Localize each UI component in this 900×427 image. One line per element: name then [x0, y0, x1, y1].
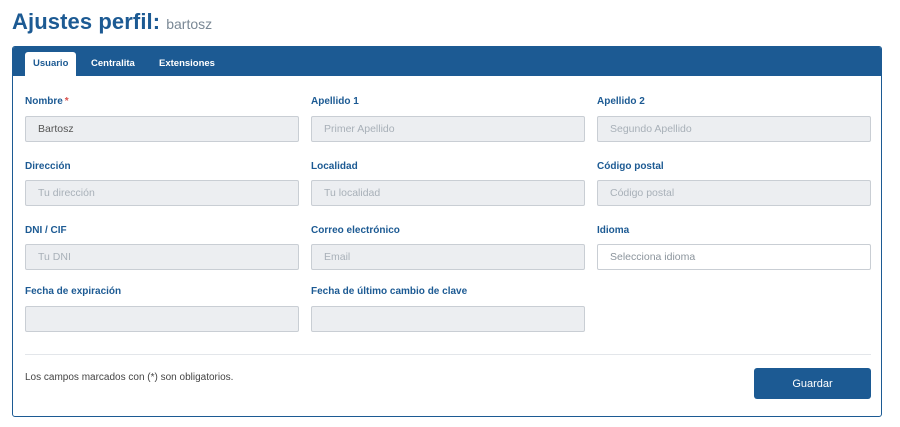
nombre-label-text: Nombre	[25, 96, 63, 107]
apellido1-label: Apellido 1	[311, 96, 359, 107]
required-footnote: Los campos marcados con (*) son obligato…	[25, 372, 234, 383]
fecha-cambio-clave-label: Fecha de último cambio de clave	[311, 286, 468, 297]
page-header: Ajustes perfil: bartosz	[12, 9, 212, 39]
apellido2-label: Apellido 2	[597, 96, 645, 107]
direccion-input[interactable]	[25, 180, 299, 206]
divider	[25, 354, 871, 355]
nombre-input[interactable]	[25, 116, 299, 142]
fecha-cambio-clave-input[interactable]	[311, 306, 585, 332]
nombre-label: Nombre *	[25, 96, 69, 107]
required-mark: *	[64, 96, 69, 107]
apellido2-input[interactable]	[597, 116, 871, 142]
tab-usuario[interactable]: Usuario	[25, 52, 77, 76]
tab-extensiones[interactable]: Extensiones	[151, 52, 223, 76]
profile-panel: Usuario Centralita Extensiones Nombre* A…	[12, 46, 882, 417]
dni-input[interactable]	[25, 244, 299, 270]
codigo-postal-input[interactable]	[597, 180, 871, 206]
idioma-select[interactable]	[597, 244, 871, 270]
localidad-input[interactable]	[311, 180, 585, 206]
fecha-expiracion-label: Fecha de expiración	[25, 286, 122, 297]
direccion-label: Dirección	[25, 161, 71, 172]
tab-bar: Usuario Centralita Extensiones	[13, 47, 881, 76]
codigo-postal-label: Código postal	[597, 161, 664, 172]
dni-label: DNI / CIF	[25, 225, 67, 236]
correo-input[interactable]	[311, 244, 585, 270]
correo-label: Correo electrónico	[311, 225, 400, 236]
fecha-expiracion-input[interactable]	[25, 306, 299, 332]
save-button[interactable]: Guardar	[754, 368, 871, 399]
localidad-label: Localidad	[311, 161, 358, 172]
page-title: Ajustes perfil:	[12, 9, 161, 34]
idioma-label: Idioma	[597, 225, 630, 236]
tab-centralita[interactable]: Centralita	[83, 52, 143, 76]
page-username: bartosz	[166, 16, 213, 32]
apellido1-input[interactable]	[311, 116, 585, 142]
